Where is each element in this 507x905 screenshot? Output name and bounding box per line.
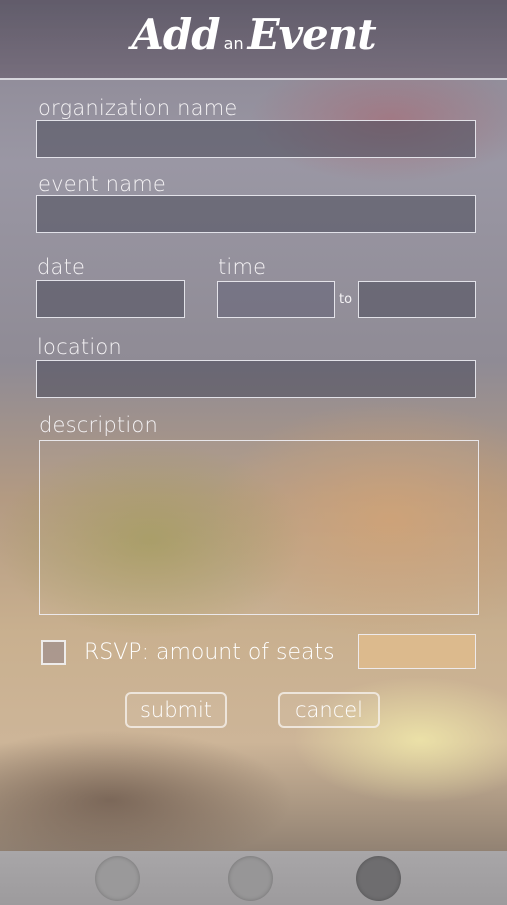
time-end-input[interactable] bbox=[358, 281, 476, 318]
page-title: Add anEvent bbox=[0, 10, 507, 59]
title-word-an: an bbox=[223, 34, 244, 53]
organization-name-input[interactable] bbox=[36, 120, 476, 158]
title-word-add: Add bbox=[131, 10, 220, 59]
date-input[interactable] bbox=[36, 280, 185, 318]
organization-name-label: organization name bbox=[38, 96, 238, 120]
cancel-button[interactable]: cancel bbox=[278, 692, 380, 728]
event-name-input[interactable] bbox=[36, 195, 476, 233]
event-name-label: event name bbox=[38, 172, 167, 196]
tab-3-circle-icon[interactable] bbox=[356, 856, 401, 901]
location-label: location bbox=[37, 335, 122, 359]
time-label: time bbox=[218, 255, 267, 279]
tab-1-circle-icon[interactable] bbox=[95, 856, 140, 901]
app-header: Add anEvent bbox=[0, 0, 507, 80]
seats-input[interactable] bbox=[358, 634, 476, 669]
location-input[interactable] bbox=[36, 360, 476, 398]
date-label: date bbox=[37, 255, 86, 279]
tab-2-circle-icon[interactable] bbox=[228, 856, 273, 901]
time-start-input[interactable] bbox=[217, 281, 335, 318]
rsvp-checkbox[interactable] bbox=[41, 640, 66, 665]
description-textarea[interactable] bbox=[39, 440, 479, 615]
title-word-event: Event bbox=[247, 10, 377, 59]
submit-button[interactable]: submit bbox=[125, 692, 227, 728]
time-separator: to bbox=[339, 292, 353, 307]
rsvp-label: RSVP: amount of seats bbox=[84, 640, 335, 665]
description-label: description bbox=[39, 413, 158, 437]
bottom-tab-bar bbox=[0, 851, 507, 905]
